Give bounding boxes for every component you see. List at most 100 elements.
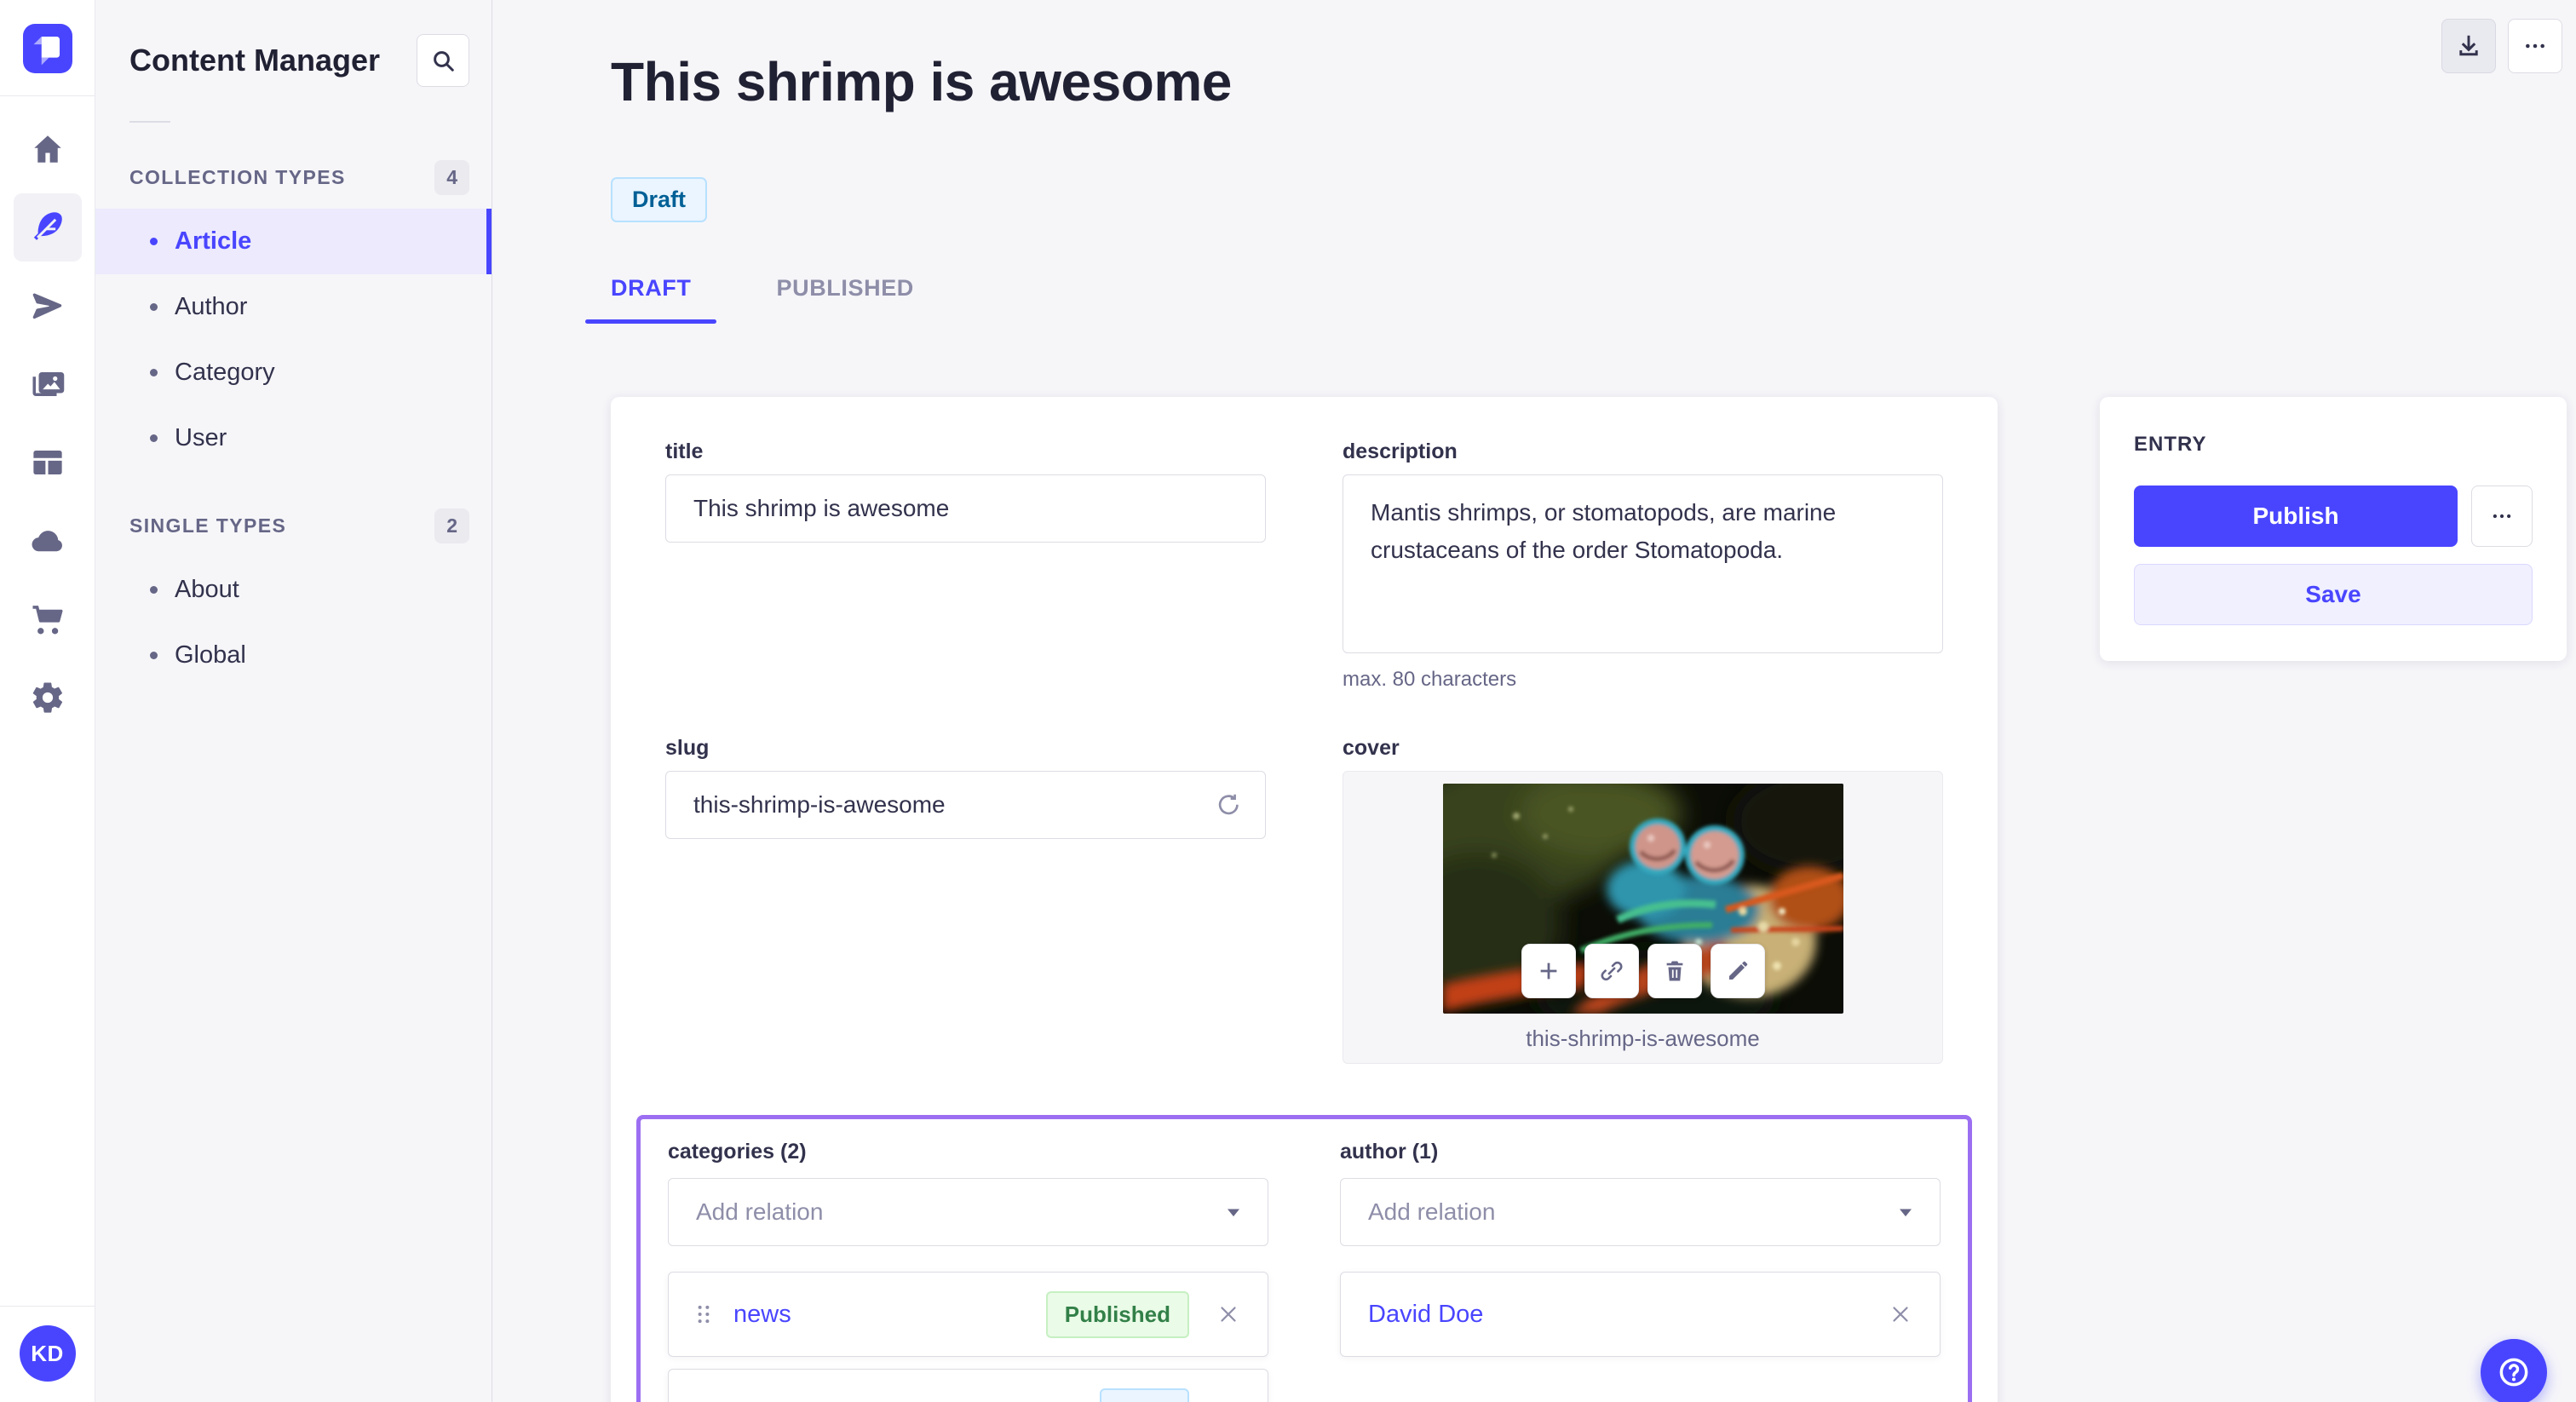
copy-link-button[interactable] (1584, 944, 1639, 999)
publish-button[interactable]: Publish (2134, 486, 2458, 548)
help-button[interactable] (2481, 1339, 2547, 1402)
images-icon (32, 372, 64, 396)
drag-handle-icon[interactable] (689, 1300, 718, 1329)
description-helper-text: max. 80 characters (1343, 668, 1517, 692)
sidebar-item-category[interactable]: Category (95, 340, 492, 405)
close-icon (1216, 1399, 1241, 1402)
description-textarea[interactable]: Mantis shrimps, or stomatopods, are mari… (1343, 474, 1943, 654)
remove-relation-button[interactable] (1883, 1297, 1918, 1331)
delete-asset-button[interactable] (1647, 944, 1702, 999)
relation-link-news[interactable]: news (733, 1301, 791, 1329)
remove-relation-button[interactable] (1211, 1297, 1245, 1331)
settings-nav-button[interactable] (14, 664, 82, 732)
edit-asset-button[interactable] (1710, 944, 1765, 999)
help-icon (2499, 1358, 2528, 1387)
nav-icon-list (13, 115, 82, 732)
plus-icon (1540, 962, 1556, 980)
bullet-icon (150, 586, 158, 594)
drag-handle-icon[interactable] (689, 1397, 718, 1402)
sidebar-item-about[interactable]: About (95, 557, 492, 623)
sidebar-item-label: Author (175, 293, 248, 320)
relation-link-nature[interactable]: nature (733, 1398, 803, 1402)
refresh-icon (1218, 794, 1239, 815)
regenerate-slug-button[interactable] (1210, 786, 1247, 824)
deploy-nav-button[interactable] (14, 507, 82, 575)
title-input[interactable] (665, 474, 1266, 543)
subnav-divider (129, 121, 170, 123)
search-icon (434, 51, 454, 72)
sidebar-item-label: About (175, 576, 239, 603)
sidebar-item-article[interactable]: Article (95, 209, 492, 274)
single-types-count: 2 (434, 509, 469, 543)
feather-icon (33, 212, 62, 240)
sidebar-item-label: Global (175, 641, 246, 669)
sidebar-item-label: User (175, 424, 227, 451)
relation-status-badge: Draft (1100, 1388, 1189, 1402)
sidebar-item-user[interactable]: User (95, 405, 492, 471)
content-type-builder-nav-button[interactable] (14, 428, 82, 497)
header-actions (2441, 19, 2562, 73)
entry-panel: ENTRY Publish Save (2100, 397, 2567, 662)
strapi-logo-icon (33, 36, 60, 66)
close-icon (1221, 1307, 1236, 1322)
releases-nav-button[interactable] (14, 272, 82, 340)
close-icon (1893, 1307, 1908, 1322)
cover-field-label: cover (1343, 736, 1400, 761)
title-field-label: title (665, 440, 704, 464)
description-field-group: description Mantis shrimps, or stomatopo… (1343, 440, 1943, 692)
sidebar-item-author[interactable]: Author (95, 274, 492, 340)
author-select-placeholder: Add relation (1368, 1198, 1496, 1226)
paper-plane-icon (32, 293, 61, 319)
link-icon (1601, 962, 1622, 981)
cover-caption: this-shrimp-is-awesome (1526, 1026, 1760, 1052)
author-column: author (1) Add relation David Doe (1340, 1140, 1941, 1358)
ellipsis-icon (2526, 43, 2544, 49)
home-icon (33, 135, 61, 163)
categories-select-placeholder: Add relation (696, 1198, 824, 1226)
relation-link-author[interactable]: David Doe (1368, 1301, 1483, 1329)
sidebar-item-label: Article (175, 227, 252, 255)
content-manager-sidebar: Content Manager COLLECTION TYPES 4 Artic… (95, 0, 492, 1402)
nav-bottom-divider (0, 1306, 95, 1307)
entry-more-options-button[interactable] (2471, 486, 2533, 548)
home-nav-button[interactable] (14, 115, 82, 183)
subnav-title: Content Manager (129, 43, 381, 78)
nav-bottom: KD (0, 1284, 95, 1402)
more-options-button[interactable] (2508, 19, 2562, 73)
strapi-logo[interactable] (22, 24, 72, 73)
sidebar-item-global[interactable]: Global (95, 623, 492, 688)
search-button[interactable] (417, 34, 469, 87)
download-button[interactable] (2441, 19, 2496, 73)
relation-row-nature: nature Draft (668, 1369, 1268, 1402)
media-library-nav-button[interactable] (14, 350, 82, 418)
tab-published[interactable]: PUBLISHED (750, 275, 939, 324)
layout-icon (32, 451, 62, 474)
nav-divider (0, 95, 95, 96)
add-asset-button[interactable] (1521, 944, 1576, 999)
relation-row-news: news Published (668, 1272, 1268, 1358)
author-field-label: author (1) (1340, 1140, 1439, 1164)
categories-add-relation-select[interactable]: Add relation (668, 1178, 1268, 1247)
author-add-relation-select[interactable]: Add relation (1340, 1178, 1941, 1247)
content-manager-nav-button[interactable] (13, 193, 82, 261)
bullet-icon (150, 238, 158, 245)
save-button[interactable]: Save (2134, 564, 2533, 626)
cover-actions (1521, 944, 1765, 999)
collection-types-label: COLLECTION TYPES (129, 166, 346, 188)
ellipsis-icon (2493, 514, 2511, 519)
user-avatar[interactable]: KD (19, 1325, 76, 1382)
bullet-icon (150, 303, 158, 311)
slug-input[interactable] (665, 771, 1266, 840)
tab-draft[interactable]: DRAFT (585, 275, 717, 325)
main-nav-sidebar: KD (0, 0, 95, 1402)
entry-panel-title: ENTRY (2134, 433, 2207, 457)
status-badge: Draft (611, 177, 708, 223)
remove-relation-button[interactable] (1211, 1394, 1245, 1402)
collection-types-count: 4 (434, 160, 469, 195)
categories-field-label: categories (2) (668, 1140, 807, 1164)
app-window: KD Content Manager COLLECTION TYPES 4 Ar… (0, 0, 2576, 1402)
marketplace-nav-button[interactable] (14, 585, 82, 653)
bullet-icon (150, 434, 158, 442)
cart-icon (32, 606, 63, 635)
bullet-icon (150, 369, 158, 376)
